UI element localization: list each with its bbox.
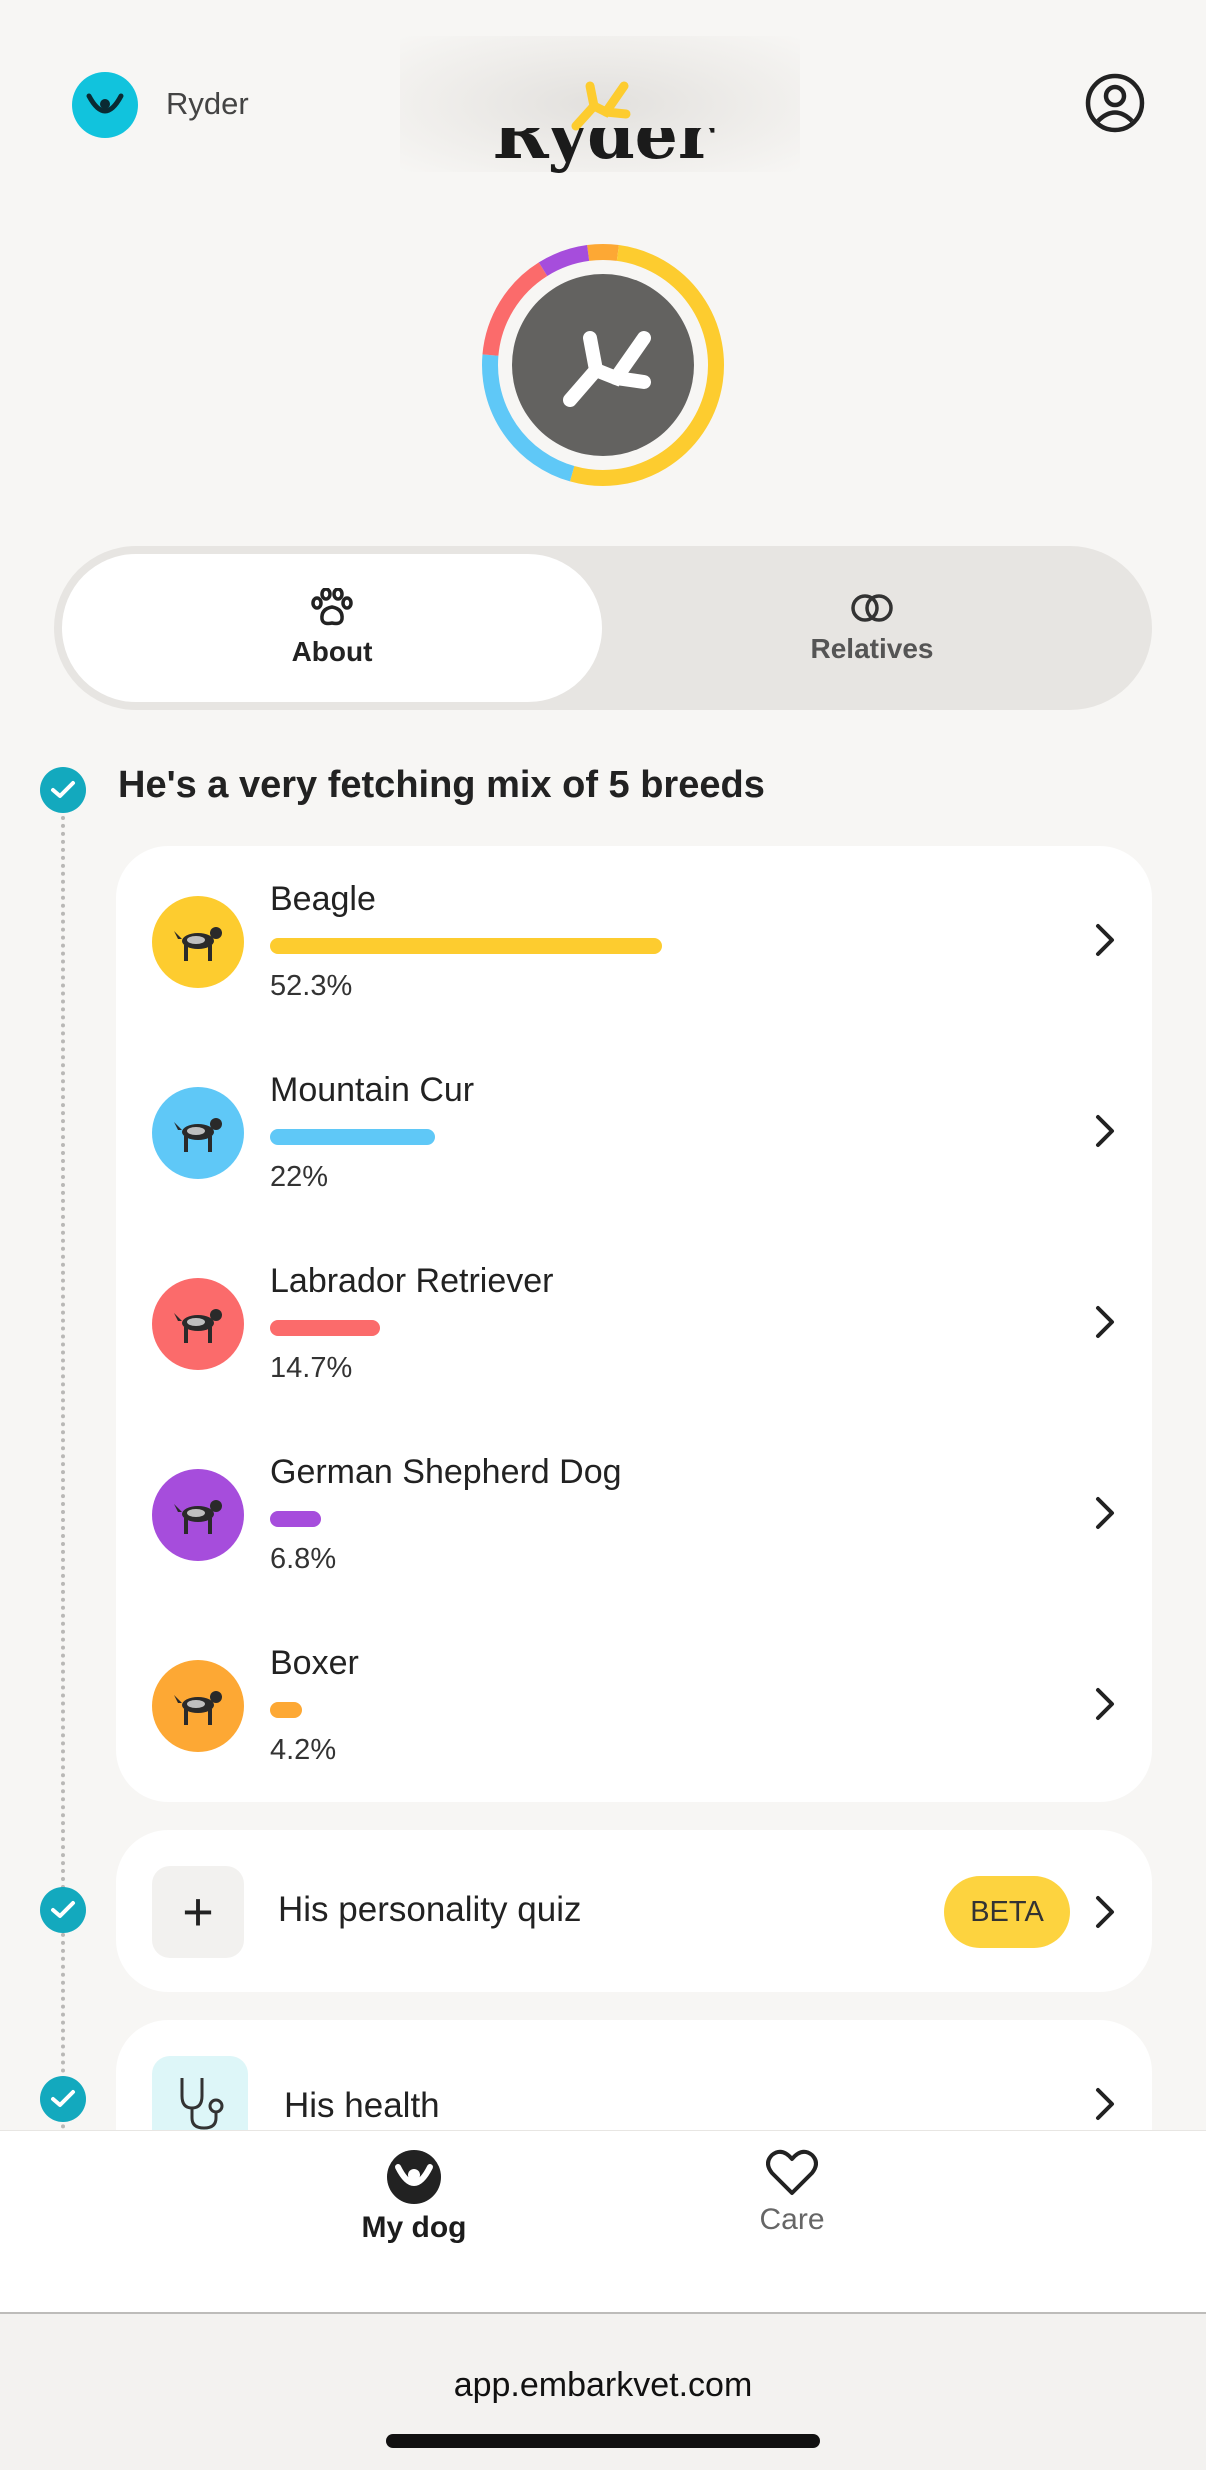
dog-illustration-icon: [174, 1691, 222, 1725]
breed-percent: 52.3%: [270, 970, 353, 1002]
browser-url-bar: app.embarkvet.com: [0, 2312, 1206, 2470]
check-circle-icon: [40, 2076, 86, 2122]
chevron-right-icon: [1096, 924, 1114, 956]
bottom-nav: My dog Care: [0, 2130, 1206, 2312]
breed-avatar: [152, 1087, 244, 1179]
nav-care-label: Care: [759, 2203, 825, 2236]
nav-care[interactable]: Care: [692, 2149, 892, 2237]
breed-percent: 22%: [270, 1161, 329, 1193]
breed-percent: 4.2%: [270, 1734, 337, 1766]
personality-quiz-title: His personality quiz: [278, 1890, 582, 1929]
breed-ring: [482, 244, 724, 486]
breed-row[interactable]: Beagle 52.3%: [116, 846, 1152, 1036]
breed-percent-bar: [270, 1702, 302, 1718]
breed-percent: 14.7%: [270, 1352, 353, 1384]
ring-segment: [587, 244, 619, 261]
beta-badge: BETA: [944, 1876, 1070, 1948]
breed-name: Beagle: [270, 880, 376, 918]
tab-relatives-label: Relatives: [810, 633, 934, 664]
tab-about-label: About: [291, 636, 373, 667]
tab-about[interactable]: About: [62, 554, 602, 702]
url-text[interactable]: app.embarkvet.com: [0, 2366, 1206, 2405]
nav-my-dog[interactable]: My dog: [314, 2149, 514, 2245]
embark-logo-icon: [571, 81, 631, 131]
ring-segment: [538, 245, 590, 277]
breed-name: Boxer: [270, 1644, 359, 1682]
breed-row[interactable]: Mountain Cur 22%: [116, 1037, 1152, 1227]
check-circle-icon: [40, 1887, 86, 1933]
tab-relatives[interactable]: Relatives: [602, 554, 1142, 702]
breed-avatar: [152, 1278, 244, 1370]
breed-name: German Shepherd Dog: [270, 1453, 622, 1491]
personality-quiz-row[interactable]: + His personality quiz BETA: [116, 1830, 1152, 1992]
breed-avatar: [152, 1469, 244, 1561]
chevron-right-icon: [1096, 2088, 1114, 2120]
chevron-right-icon: [1096, 1306, 1114, 1338]
breed-avatar: [152, 896, 244, 988]
breed-row[interactable]: German Shepherd Dog 6.8%: [116, 1419, 1152, 1609]
chevron-right-icon: [1096, 1688, 1114, 1720]
breed-name: Labrador Retriever: [270, 1262, 554, 1300]
breed-row[interactable]: Labrador Retriever 14.7%: [116, 1228, 1152, 1418]
rings-icon: [851, 594, 893, 622]
chevron-right-icon: [1096, 1896, 1114, 1928]
heart-icon: [766, 2149, 818, 2195]
breed-row[interactable]: Boxer 4.2%: [116, 1610, 1152, 1800]
breed-avatar: [152, 1660, 244, 1752]
breed-mix-card: Beagle 52.3% Mountain Cur 22% Labrador Retri…: [116, 846, 1152, 1802]
chevron-right-icon: [1096, 1497, 1114, 1529]
nav-my-dog-label: My dog: [361, 2211, 467, 2244]
home-indicator[interactable]: [386, 2434, 820, 2448]
breeds-heading: He's a very fetching mix of 5 breeds: [118, 764, 765, 806]
dog-face-icon: [86, 93, 124, 114]
profile-tabs: About Relatives: [54, 546, 1152, 710]
paw-icon: [311, 588, 353, 626]
dog-title: Ryder: [492, 128, 714, 175]
plus-icon: +: [152, 1866, 244, 1958]
dog-illustration-icon: [174, 1500, 222, 1534]
check-circle-icon: [40, 767, 86, 813]
health-title: His health: [284, 2086, 440, 2125]
account-circle-icon[interactable]: [1084, 72, 1146, 134]
breed-percent-bar: [270, 1511, 321, 1527]
breed-percent-bar: [270, 938, 662, 954]
dog-illustration-icon: [174, 1118, 222, 1152]
breed-percent: 6.8%: [270, 1543, 337, 1575]
dog-name-label[interactable]: Ryder: [166, 86, 249, 122]
dog-illustration-icon: [174, 1309, 222, 1343]
dog-face-icon: [387, 2150, 441, 2204]
breed-name: Mountain Cur: [270, 1071, 475, 1109]
breed-percent-bar: [270, 1320, 380, 1336]
dog-illustration-icon: [174, 927, 222, 961]
chevron-right-icon: [1096, 1115, 1114, 1147]
breed-percent-bar: [270, 1129, 435, 1145]
